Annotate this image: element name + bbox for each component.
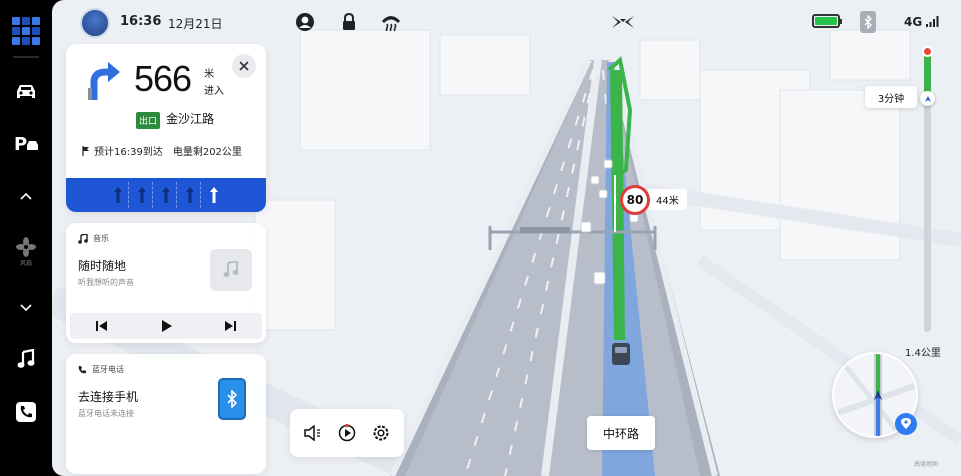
flag-icon [82,145,89,156]
song-title: 随时随地 [78,259,127,273]
camera-distance: 44米 [648,189,687,210]
eta-row: 预计16:39到达 电量剩202公里 [82,143,242,158]
current-position-marker [920,91,935,106]
distance-unit: 米 [204,69,214,80]
battery-range: 电量剩202公里 [172,147,242,158]
battery-fill [815,17,837,25]
phone-icon [78,366,86,374]
music-note-icon [78,233,88,244]
remaining-time: 3分钟 [865,86,917,108]
navigation-card[interactable]: 566 米 进入 出口 金沙江路 预计16:39到达 电量剩202公里 [66,44,266,212]
lane-arrow-icon [179,182,201,208]
fan-label: 风扇 [19,260,32,267]
status-time: 16:36 [120,14,162,29]
network-type: 4G [904,15,940,29]
turn-arrow-icon [88,62,120,100]
profile-icon[interactable] [294,11,316,33]
play-icon[interactable] [151,315,181,337]
maneuver-unit: 米 进入 [204,66,224,100]
phone-header: 蓝牙电话 [78,364,124,375]
connect-phone-subtitle: 蓝牙电话未连接 [78,409,134,418]
battery-icon [812,14,842,28]
lane-guidance [66,178,266,212]
close-icon[interactable] [232,54,256,78]
phone-header-label: 蓝牙电话 [92,365,124,374]
music-header-label: 音乐 [93,234,109,243]
volume-icon[interactable] [299,419,327,447]
destination-marker [922,46,933,57]
previous-icon[interactable] [87,315,117,337]
fan-icon [16,237,36,257]
lock-icon[interactable] [338,11,360,33]
parking-icon[interactable]: P [6,124,46,164]
map-watermark: 高德地图 [914,461,939,468]
remaining-distance: 1.4公里 [905,348,941,359]
exit-badge: 出口 [136,112,161,129]
status-bar: 16:36 12月21日 4G [52,0,961,44]
car-icon[interactable] [6,72,46,112]
music-note-icon[interactable] [6,340,46,380]
map-tool-bar [290,409,404,457]
bluetooth-phone-icon [218,378,246,420]
locate-icon[interactable] [895,413,917,435]
lane-arrow-icon [155,182,177,208]
phone-icon[interactable] [6,392,46,432]
route-preview-icon[interactable] [333,419,361,447]
connect-phone-title[interactable]: 去连接手机 [78,388,138,405]
chevron-down-icon[interactable] [6,288,46,328]
avatar[interactable] [80,8,110,38]
album-art-icon [210,249,252,291]
dock-divider [13,56,39,58]
lane-arrow-icon [131,182,153,208]
music-header: 音乐 [78,233,109,244]
bluetooth-icon[interactable] [860,11,876,33]
brand-logo-icon [610,11,636,33]
song-subtitle: 听我想听的声音 [78,278,134,287]
next-icon[interactable] [215,315,245,337]
eta-text: 预计16:39到达 [94,147,163,158]
settings-icon[interactable] [367,419,395,447]
chevron-up-icon[interactable] [6,176,46,216]
maneuver-distance: 566 [134,58,192,99]
defrost-icon[interactable] [380,11,402,33]
music-card[interactable]: 音乐 随时随地 听我想听的声音 [66,223,266,343]
status-date: 12月21日 [168,17,223,31]
lane-arrow-active-icon [203,182,225,208]
fan-button[interactable]: 风扇 [6,228,46,276]
playback-controls [70,313,262,339]
speed-limit-sign: 80 [620,185,650,215]
lane-arrow-icon [107,182,129,208]
signal-icon [926,16,939,27]
app-launcher-icon[interactable] [11,14,41,48]
distance-action: 进入 [204,86,224,97]
side-dock: P 风扇 [0,0,52,476]
current-road-label: 中环路 [587,416,655,450]
next-road-name: 金沙江路 [166,112,215,126]
svg-text:P: P [14,134,27,155]
bluetooth-phone-card[interactable]: 蓝牙电话 去连接手机 蓝牙电话未连接 [66,354,266,474]
